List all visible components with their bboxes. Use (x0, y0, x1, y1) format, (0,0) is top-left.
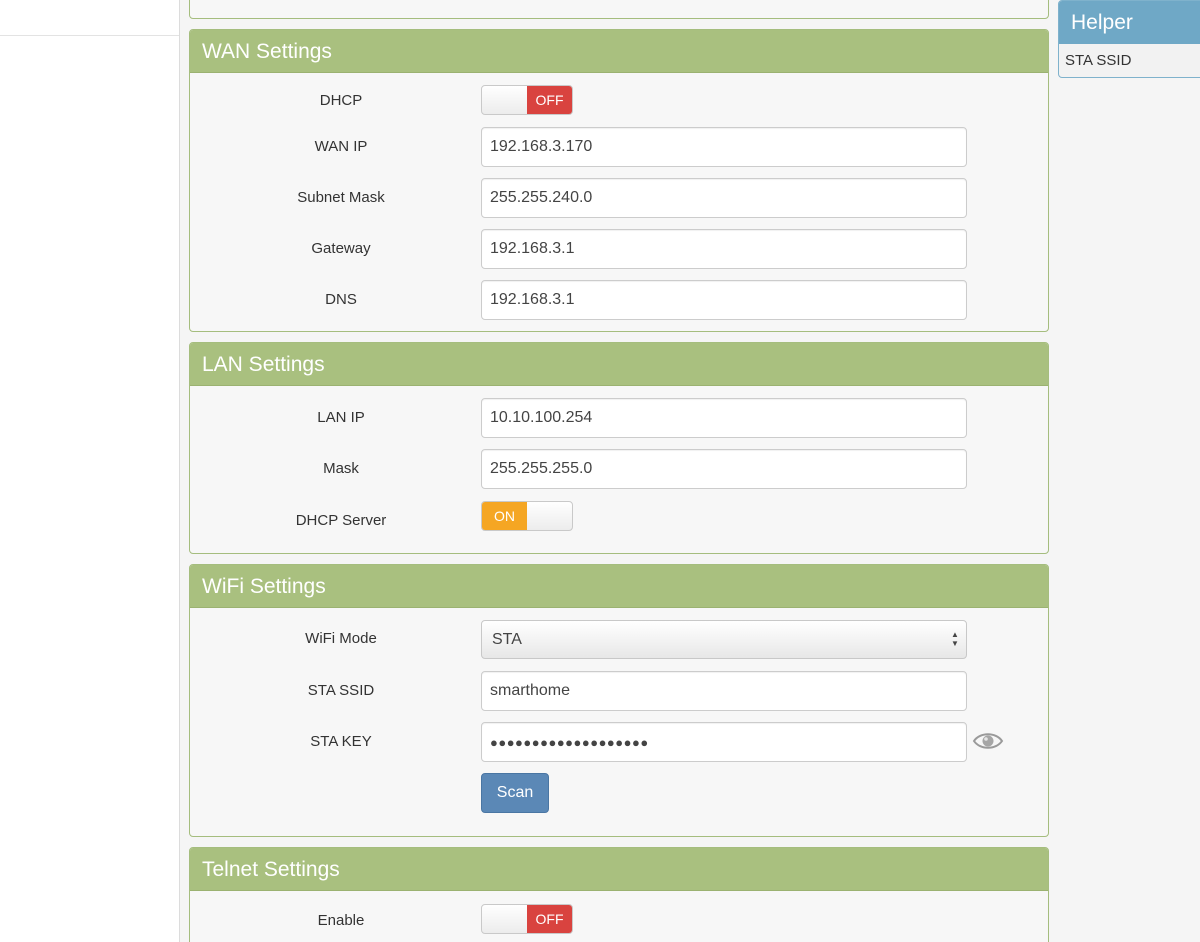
dhcp-server-toggle[interactable]: ON (481, 501, 573, 531)
scan-button[interactable]: Scan (481, 773, 549, 813)
lan-ip-row: LAN IP (190, 398, 1048, 438)
sta-key-input[interactable] (481, 722, 967, 762)
sta-key-row: STA KEY (190, 722, 1048, 762)
sta-ssid-label: STA SSID (307, 682, 375, 699)
dhcp-server-label: DHCP Server (295, 512, 387, 529)
dhcp-label: DHCP (319, 92, 363, 109)
sta-ssid-input[interactable] (481, 671, 967, 711)
eye-icon[interactable] (972, 730, 1004, 752)
gateway-row: Gateway (190, 229, 1048, 269)
helper-topic: STA SSID (1065, 52, 1132, 69)
sta-key-label: STA KEY (310, 733, 372, 750)
helper-title: Helper (1059, 1, 1200, 44)
lan-settings-title: LAN Settings (190, 343, 1048, 386)
lan-ip-label: LAN IP (317, 409, 365, 426)
mask-label: Mask (323, 460, 359, 477)
wifi-settings-panel: WiFi Settings WiFi Mode STA ▲ ▼ STA SSID … (189, 564, 1049, 837)
wifi-mode-label: WiFi Mode (305, 630, 377, 647)
dhcp-server-toggle-state: ON (482, 502, 527, 530)
helper-panel: Helper STA SSID (1058, 0, 1200, 78)
wifi-mode-row: WiFi Mode STA ▲ ▼ (190, 620, 1048, 660)
wifi-mode-select[interactable]: STA ▲ ▼ (481, 620, 967, 659)
wan-ip-label: WAN IP (314, 138, 368, 155)
updown-arrows-icon: ▲ ▼ (951, 630, 959, 648)
telnet-enable-toggle-state: OFF (527, 905, 572, 933)
telnet-settings-panel: Telnet Settings Enable OFF (189, 847, 1049, 942)
dns-label: DNS (325, 291, 357, 308)
mask-input[interactable] (481, 449, 967, 489)
dhcp-row: DHCP OFF (190, 83, 1048, 123)
wan-settings-panel: WAN Settings DHCP OFF WAN IP Subnet Mask… (189, 29, 1049, 332)
subnet-mask-label: Subnet Mask (297, 189, 385, 206)
previous-panel (189, 0, 1049, 19)
telnet-settings-title: Telnet Settings (190, 848, 1048, 891)
dhcp-toggle[interactable]: OFF (481, 85, 573, 115)
wifi-settings-title: WiFi Settings (190, 565, 1048, 608)
dns-row: DNS (190, 280, 1048, 320)
dns-input[interactable] (481, 280, 967, 320)
sidebar (0, 0, 180, 942)
wan-settings-title: WAN Settings (190, 30, 1048, 73)
gateway-label: Gateway (311, 240, 371, 257)
subnet-mask-row: Subnet Mask (190, 178, 1048, 218)
wan-ip-input[interactable] (481, 127, 967, 167)
sta-ssid-row: STA SSID (190, 671, 1048, 711)
telnet-enable-row: Enable OFF (190, 902, 1048, 942)
telnet-enable-toggle[interactable]: OFF (481, 904, 573, 934)
telnet-enable-label: Enable (317, 912, 365, 929)
dhcp-server-row: DHCP Server ON (190, 499, 1048, 539)
sidebar-divider (0, 35, 179, 36)
subnet-mask-input[interactable] (481, 178, 967, 218)
dhcp-toggle-state: OFF (527, 86, 572, 114)
gateway-input[interactable] (481, 229, 967, 269)
wan-ip-row: WAN IP (190, 127, 1048, 167)
wifi-mode-value: STA (492, 631, 522, 648)
lan-settings-panel: LAN Settings LAN IP Mask DHCP Server ON (189, 342, 1049, 554)
lan-ip-input[interactable] (481, 398, 967, 438)
mask-row: Mask (190, 449, 1048, 489)
